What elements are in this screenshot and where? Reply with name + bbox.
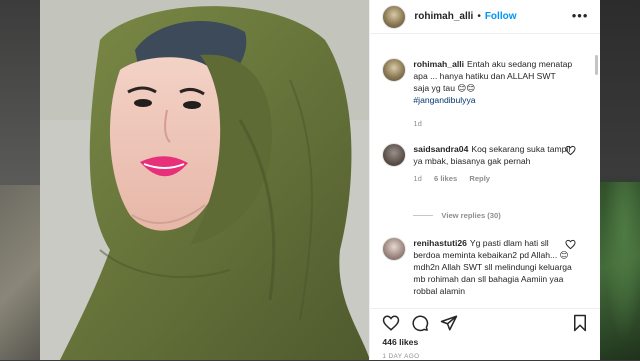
post-modal: rohimah_alli • Follow ••• rohimah_alli En… <box>40 0 601 361</box>
avatar[interactable] <box>382 237 407 261</box>
view-replies-line <box>413 215 434 216</box>
post-details-panel: rohimah_alli • Follow ••• rohimah_alli En… <box>369 0 601 361</box>
view-replies-label: View replies (30) <box>441 211 501 220</box>
post-header: rohimah_alli • Follow ••• <box>370 0 601 34</box>
view-replies-button[interactable]: View replies (30) <box>413 211 501 220</box>
comments-list: rohimah_alli Entah aku sedang menatap apa… <box>370 46 592 308</box>
comment-likes[interactable]: 6 likes <box>434 174 457 183</box>
share-icon[interactable] <box>440 314 458 332</box>
list-item: renihastuti26 Yg pasti dlam hati sll berd… <box>382 237 576 297</box>
post-photo[interactable] <box>40 0 370 360</box>
avatar[interactable] <box>382 143 407 167</box>
action-bar <box>382 314 458 332</box>
post-author-username[interactable]: rohimah_alli <box>414 11 473 22</box>
heart-icon[interactable] <box>565 239 576 250</box>
avatar[interactable] <box>382 4 407 29</box>
separator-dot: • <box>477 11 481 22</box>
likes-count[interactable]: 446 likes <box>382 337 418 347</box>
bookmark-icon[interactable] <box>572 314 588 332</box>
comment-username[interactable]: saidsandra04 <box>413 144 468 154</box>
background-right-photo <box>600 182 640 360</box>
comment-username[interactable]: renihastuti26 <box>413 238 467 248</box>
follow-button[interactable]: Follow <box>485 11 517 22</box>
post-caption: rohimah_alli Entah aku sedang menatap apa… <box>382 58 572 130</box>
comment-time[interactable]: 1d <box>413 174 421 183</box>
caption-username[interactable]: rohimah_alli <box>413 59 464 69</box>
background-left-photo <box>0 185 40 360</box>
save-button[interactable] <box>572 314 588 337</box>
list-item: saidsandra04 Koq sekarang suka tampil ya … <box>382 143 576 185</box>
post-footer: 446 likes 1 DAY AGO <box>370 308 601 361</box>
avatar[interactable] <box>382 58 407 82</box>
post-timestamp[interactable]: 1 DAY AGO <box>382 353 419 360</box>
comment-icon[interactable] <box>411 314 429 332</box>
portrait-image <box>40 0 370 360</box>
heart-icon[interactable] <box>565 145 576 156</box>
reply-button[interactable]: Reply <box>469 174 490 183</box>
more-options-icon[interactable]: ••• <box>572 9 589 22</box>
caption-meta: 1d <box>413 118 572 130</box>
comment-meta: 1d 6 likes Reply <box>413 173 572 185</box>
caption-time[interactable]: 1d <box>413 119 421 128</box>
caption-hashtag[interactable]: #jangandibulyya <box>413 95 475 105</box>
comments-scrollbar[interactable] <box>595 55 598 75</box>
heart-icon[interactable] <box>382 314 400 332</box>
